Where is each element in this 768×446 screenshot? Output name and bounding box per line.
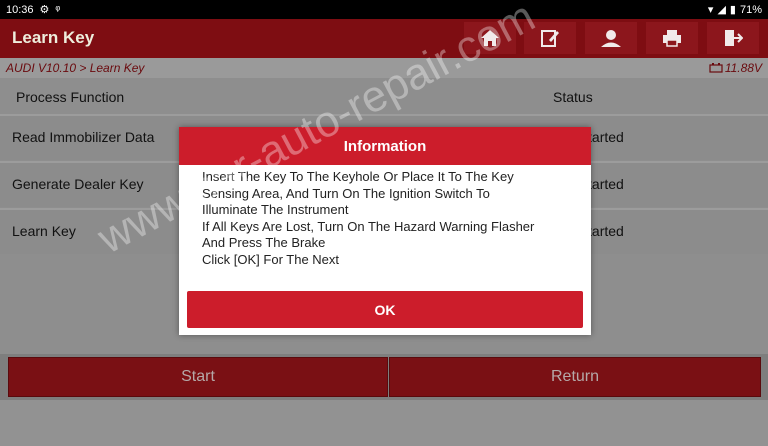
dialog-line: And Press The Brake (202, 235, 326, 250)
edit-icon (541, 30, 559, 47)
print-button[interactable] (646, 22, 698, 54)
battery-icon: ▮ (729, 4, 736, 16)
home-icon (481, 30, 499, 46)
home-button[interactable] (464, 22, 516, 54)
page-title: Learn Key (12, 28, 95, 47)
table-header: Process Function Status (0, 78, 768, 114)
edit-button[interactable] (524, 22, 576, 54)
row-function: Read Immobilizer Data (12, 129, 155, 145)
usb-icon: ᵠ (55, 3, 61, 16)
wifi-icon: ▾ (707, 4, 714, 16)
clock: 10:36 (6, 3, 34, 16)
exit-icon (725, 30, 743, 46)
header-status: Status (553, 89, 593, 105)
battery-level: 71% (739, 3, 762, 16)
dialog-title: Information (179, 127, 591, 165)
battery-voltage-icon (709, 63, 723, 73)
header-process-function: Process Function (16, 89, 125, 105)
dialog-line: Insert The Key To The Keyhole Or Place I… (202, 169, 514, 184)
voltage-value: 11.88V (724, 61, 762, 75)
row-function: Generate Dealer Key (12, 176, 144, 192)
breadcrumb-path: AUDI V10.10 > Learn Key (6, 61, 145, 75)
signal-icon: ◢ (717, 4, 726, 16)
print-icon (663, 30, 681, 47)
voltage-indicator: 11.88V (709, 61, 762, 75)
start-button[interactable]: Start (8, 357, 388, 397)
row-function: Learn Key (12, 223, 76, 239)
action-bar: Start Return (0, 354, 768, 400)
information-dialog: Information Insert The Key To The Keyhol… (179, 127, 591, 335)
breadcrumb: AUDI V10.10 > Learn Key 11.88V (0, 58, 768, 78)
status-bar: 10:36 ⚙ ᵠ ▾ ◢ ▮ 71% (0, 0, 768, 19)
dialog-line: Illuminate The Instrument (202, 202, 349, 217)
dialog-line: Click [OK] For The Next (202, 251, 340, 267)
support-button[interactable] (585, 22, 637, 54)
footer-area (0, 400, 768, 446)
ok-button[interactable]: OK (187, 291, 583, 328)
dialog-message: Insert The Key To The Keyhole Or Place I… (202, 169, 572, 268)
dialog-line: If All Keys Are Lost, Turn On The Hazard… (202, 218, 535, 234)
return-button[interactable]: Return (389, 357, 761, 397)
app-bar: Learn Key (0, 19, 768, 58)
exit-button[interactable] (707, 22, 759, 54)
support-icon (601, 30, 621, 47)
settings-icon: ⚙ (39, 4, 50, 16)
dialog-line: Sensing Area, And Turn On The Ignition S… (202, 185, 490, 201)
